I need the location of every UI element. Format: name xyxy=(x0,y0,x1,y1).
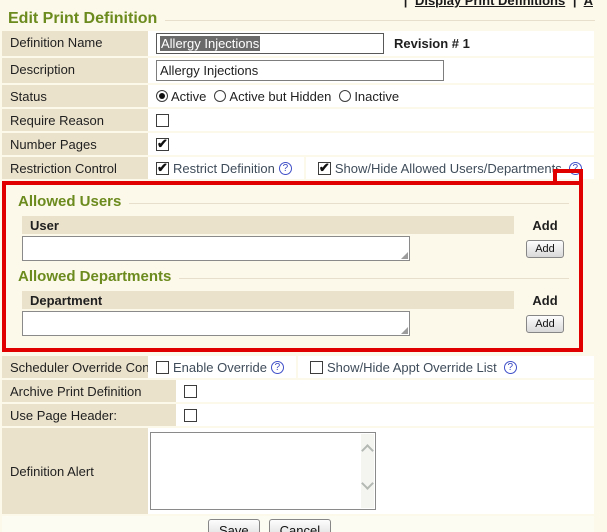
archive-row: Archive Print Definition xyxy=(2,380,594,402)
form-actions: Save Cancel xyxy=(2,516,594,532)
edit-print-definition-form: Definition Name Allergy Injections Revis… xyxy=(2,31,594,179)
scheduler-override-label: Scheduler Override Control xyxy=(2,356,148,378)
section-rule xyxy=(129,203,569,204)
description-label: Description xyxy=(2,58,148,83)
enable-override-label: Enable Override xyxy=(173,360,267,375)
display-print-definitions-link[interactable]: Display Print Definitions xyxy=(415,0,565,8)
add-column-header: Add xyxy=(519,216,571,234)
cancel-button[interactable]: Cancel xyxy=(269,519,331,532)
require-reason-label: Require Reason xyxy=(2,109,148,131)
allowed-departments-heading-text: Allowed Departments xyxy=(18,268,171,285)
radio-label: Active xyxy=(171,89,206,104)
description-input[interactable]: Allergy Injections xyxy=(156,60,444,81)
number-pages-label: Number Pages xyxy=(2,133,148,155)
definition-name-row: Definition Name Allergy Injections Revis… xyxy=(2,31,594,56)
archive-label: Archive Print Definition xyxy=(2,380,176,402)
description-value: Allergy Injections xyxy=(160,63,258,78)
add-department-button[interactable]: Add xyxy=(526,315,564,333)
radio-label: Active but Hidden xyxy=(229,89,331,104)
page-title-text: Edit Print Definition xyxy=(8,10,157,28)
use-page-header-label: Use Page Header: xyxy=(2,404,176,426)
definition-name-label: Definition Name xyxy=(2,31,148,56)
scroll-down-icon[interactable] xyxy=(361,477,374,490)
help-icon[interactable]: ? xyxy=(271,361,284,374)
link-separator: | xyxy=(569,0,581,8)
partial-clipped-link[interactable]: A xyxy=(584,0,593,8)
department-textarea[interactable] xyxy=(22,311,410,336)
definition-alert-textarea[interactable] xyxy=(150,432,376,510)
status-option-active-but-hidden[interactable]: Active but Hidden xyxy=(214,89,331,104)
revision-number: Revision # 1 xyxy=(394,36,470,51)
restrict-definition-checkbox[interactable] xyxy=(156,162,169,175)
radio-icon[interactable] xyxy=(214,90,226,102)
definition-alert-row: Definition Alert xyxy=(2,428,594,514)
status-option-inactive[interactable]: Inactive xyxy=(339,89,399,104)
description-row: Description Allergy Injections xyxy=(2,58,594,83)
top-nav: | Display Print Definitions | A xyxy=(2,0,607,9)
radio-icon[interactable] xyxy=(156,90,168,102)
department-column-header: Department xyxy=(22,291,514,309)
title-rule xyxy=(165,20,595,21)
show-hide-users-departments-checkbox[interactable] xyxy=(318,162,331,175)
allowed-users-input-row: Add xyxy=(22,236,571,261)
resize-grip-icon[interactable] xyxy=(401,252,408,259)
selected-text: Allergy Injections xyxy=(160,36,260,51)
show-hide-appt-override-checkbox[interactable] xyxy=(310,361,323,374)
allowed-users-departments-annotation-box: Allowed Users User Add Add Allowed Depar… xyxy=(2,181,583,352)
scheduler-override-row: Scheduler Override Control Enable Overri… xyxy=(2,356,594,378)
section-rule xyxy=(179,278,569,279)
enable-override-checkbox[interactable] xyxy=(156,361,169,374)
add-user-button[interactable]: Add xyxy=(526,240,564,258)
resize-grip-icon[interactable] xyxy=(401,327,408,334)
use-page-header-checkbox[interactable] xyxy=(184,409,197,422)
status-row: Status Active Active but Hidden Inactive xyxy=(2,85,594,107)
status-option-active[interactable]: Active xyxy=(156,89,206,104)
allowed-departments-header-row: Department Add xyxy=(22,291,571,309)
help-icon[interactable]: ? xyxy=(279,162,292,175)
allowed-departments-input-row: Add xyxy=(22,311,571,336)
restriction-control-row: Restriction Control Restrict Definition … xyxy=(2,157,594,179)
allowed-users-heading: Allowed Users xyxy=(18,193,569,210)
require-reason-checkbox[interactable] xyxy=(156,114,169,127)
radio-icon[interactable] xyxy=(339,90,351,102)
restrict-definition-label: Restrict Definition xyxy=(173,161,275,176)
restriction-control-label: Restriction Control xyxy=(2,157,148,179)
cell-divider xyxy=(296,356,298,378)
help-icon[interactable]: ? xyxy=(504,361,517,374)
show-hide-appt-override-label: Show/Hide Appt Override List xyxy=(327,360,497,375)
scroll-up-icon[interactable] xyxy=(361,444,374,457)
archive-checkbox[interactable] xyxy=(184,385,197,398)
number-pages-checkbox[interactable] xyxy=(156,138,169,151)
save-button[interactable]: Save xyxy=(208,519,260,532)
use-page-header-row: Use Page Header: xyxy=(2,404,594,426)
require-reason-row: Require Reason xyxy=(2,109,594,131)
definition-name-input[interactable]: Allergy Injections xyxy=(156,33,384,54)
radio-label: Inactive xyxy=(354,89,399,104)
allowed-departments-heading: Allowed Departments xyxy=(18,268,569,285)
lower-form: Scheduler Override Control Enable Overri… xyxy=(2,356,594,514)
add-column-header: Add xyxy=(519,291,571,309)
user-textarea[interactable] xyxy=(22,236,410,261)
allowed-users-heading-text: Allowed Users xyxy=(18,193,121,210)
link-separator: | xyxy=(400,0,412,8)
page-title: Edit Print Definition xyxy=(2,9,607,31)
scrollbar[interactable] xyxy=(361,434,374,508)
user-column-header: User xyxy=(22,216,514,234)
status-label: Status xyxy=(2,85,148,107)
annotation-box-notch xyxy=(553,169,583,183)
show-hide-users-departments-label: Show/Hide Allowed Users/Departments xyxy=(335,161,562,176)
number-pages-row: Number Pages xyxy=(2,133,594,155)
definition-alert-label: Definition Alert xyxy=(2,428,148,514)
allowed-users-header-row: User Add xyxy=(22,216,571,234)
cell-divider xyxy=(304,157,306,179)
